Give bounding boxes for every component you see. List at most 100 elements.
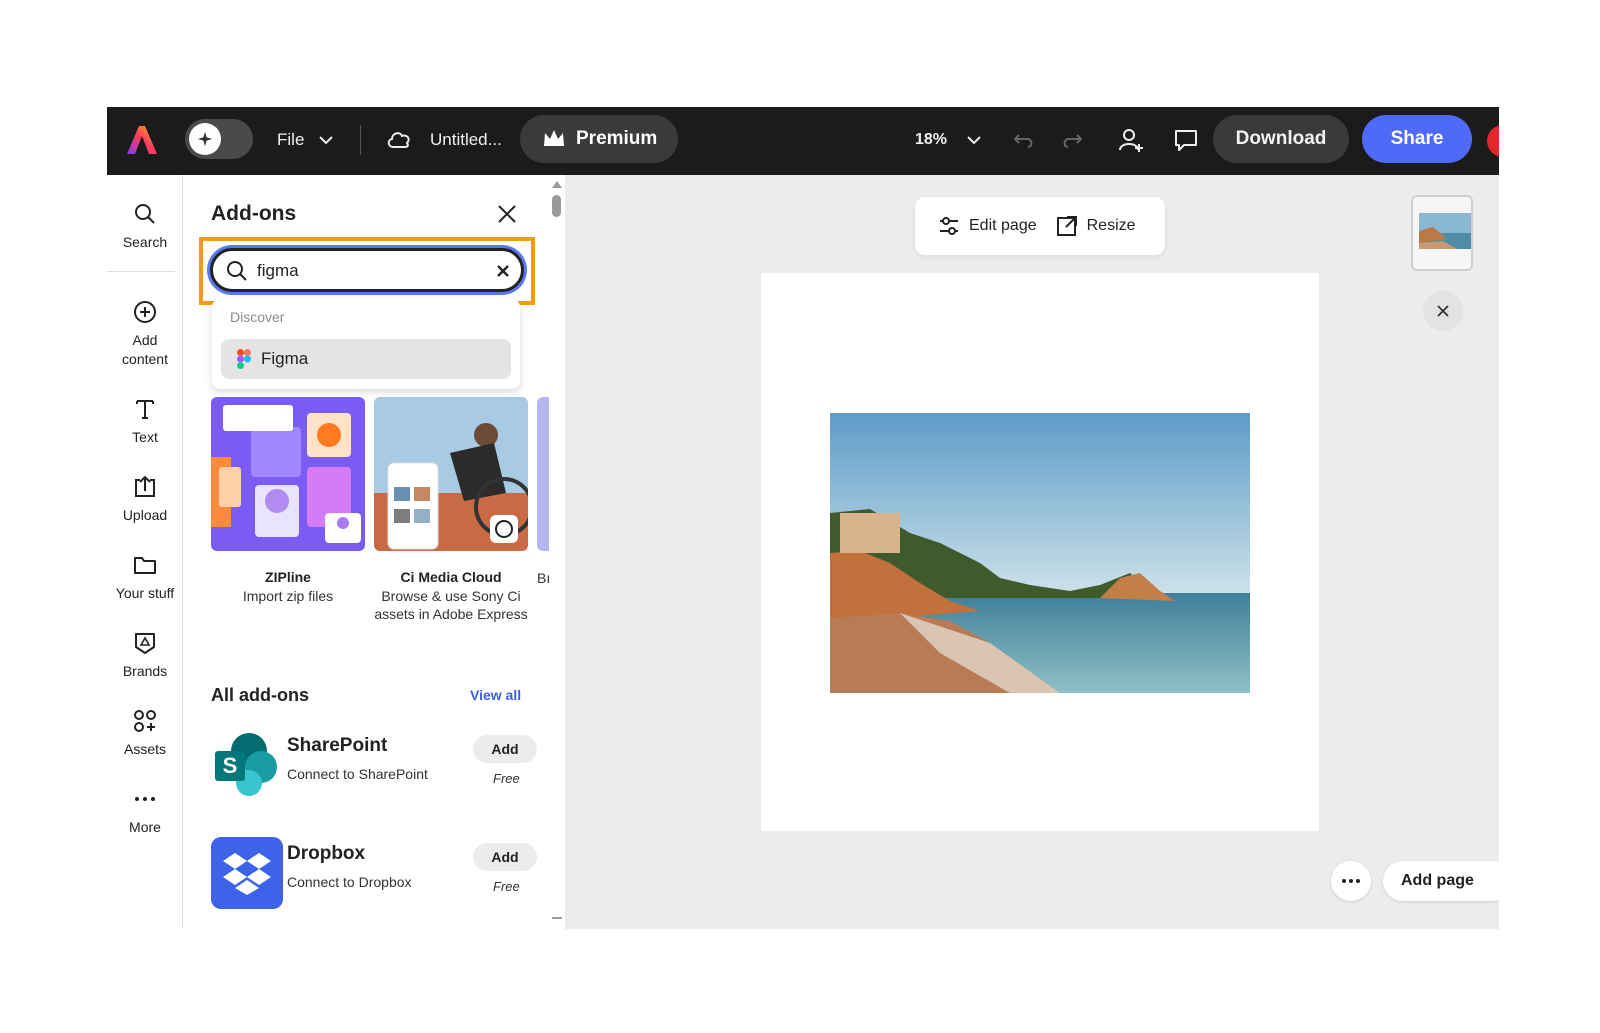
download-button[interactable]: Download xyxy=(1213,115,1349,163)
page-more-button[interactable] xyxy=(1331,861,1371,901)
scroll-up-arrow[interactable] xyxy=(552,181,562,188)
crown-icon xyxy=(544,130,564,146)
assets-icon xyxy=(134,710,156,732)
page-thumbnail[interactable] xyxy=(1411,195,1473,271)
rail-item-upload[interactable]: Upload xyxy=(107,474,183,525)
rail-label: Your stuff xyxy=(115,585,175,601)
rail-item-more[interactable]: More xyxy=(107,786,183,837)
generative-toggle[interactable] xyxy=(185,119,253,159)
left-rail: Search Add content Text Upload Your stuf… xyxy=(107,175,183,929)
all-add-ons-title: All add-ons xyxy=(211,685,309,705)
search-input[interactable] xyxy=(257,258,477,284)
search-icon xyxy=(227,261,247,281)
share-button[interactable]: Share xyxy=(1362,115,1472,163)
divider xyxy=(360,125,361,155)
rail-item-text[interactable]: Text xyxy=(107,396,183,447)
featured-name: Ci Media Cloud xyxy=(400,569,502,585)
app-window: File Untitled... Premium 18% Download Sh… xyxy=(107,107,1499,929)
price-label: Free xyxy=(493,879,520,894)
featured-name: ZIPline xyxy=(265,569,311,585)
top-bar: File Untitled... Premium 18% Download Sh… xyxy=(107,107,1499,175)
upload-icon xyxy=(135,475,155,497)
folder-icon xyxy=(134,557,156,574)
panel-title: Add-ons xyxy=(211,202,297,225)
suggestion-figma[interactable]: Figma xyxy=(221,339,511,379)
add-button[interactable]: Add xyxy=(473,843,537,871)
featured-desc: Import zip files xyxy=(242,588,334,604)
scroll-thumb[interactable] xyxy=(552,195,561,217)
featured-card-ci-media-cloud[interactable]: Ci Media Cloud Browse & use Sony Ci asse… xyxy=(374,397,528,623)
undo-icon[interactable] xyxy=(1011,127,1037,153)
sharepoint-icon: S xyxy=(215,733,277,796)
add-button[interactable]: Add xyxy=(473,735,537,763)
search-field[interactable] xyxy=(210,248,524,292)
design-page[interactable] xyxy=(761,273,1319,831)
premium-button[interactable]: Premium xyxy=(520,115,678,163)
rail-label: Add content xyxy=(122,332,168,367)
more-icon xyxy=(1342,879,1360,883)
search-icon xyxy=(135,204,155,224)
cloud-icon[interactable] xyxy=(385,127,413,153)
clear-icon[interactable] xyxy=(495,263,511,279)
more-icon xyxy=(135,797,155,801)
rail-item-search[interactable]: Search xyxy=(107,201,183,252)
rail-label: Brands xyxy=(122,663,168,679)
invite-user-icon[interactable] xyxy=(1117,126,1145,154)
panel-scrollbar[interactable] xyxy=(549,175,565,929)
adobe-express-logo[interactable] xyxy=(125,123,159,157)
redo-icon[interactable] xyxy=(1059,127,1085,153)
divider xyxy=(107,271,175,272)
rail-item-add-content[interactable]: Add content xyxy=(107,299,183,369)
price-label: Free xyxy=(493,771,520,786)
comment-icon[interactable] xyxy=(1172,126,1200,154)
rail-item-brands[interactable]: Brands xyxy=(107,630,183,681)
dropbox-icon xyxy=(211,837,283,909)
figma-icon xyxy=(237,349,251,369)
page-toolbar: Edit page Resize xyxy=(915,197,1165,255)
plus-circle-icon xyxy=(134,301,156,323)
addon-desc: Connect to SharePoint xyxy=(287,766,428,782)
addon-row-dropbox[interactable]: Dropbox Connect to Dropbox Add Free xyxy=(211,837,541,913)
rail-label: Search xyxy=(122,234,168,250)
avatar[interactable] xyxy=(1487,125,1499,157)
featured-card-zipline[interactable]: ZIPline Import zip files xyxy=(211,397,365,605)
addon-desc: Connect to Dropbox xyxy=(287,874,412,890)
addon-row-sharepoint[interactable]: S SharePoint Connect to SharePoint Add F… xyxy=(211,729,541,805)
resize-icon xyxy=(1056,216,1077,236)
close-icon[interactable] xyxy=(495,202,519,226)
close-thumbnails-button[interactable] xyxy=(1423,291,1463,331)
scroll-down-arrow[interactable] xyxy=(552,917,562,919)
document-title[interactable]: Untitled... xyxy=(430,130,502,150)
dropdown-section-label: Discover xyxy=(230,309,285,325)
premium-label: Premium xyxy=(576,128,658,149)
close-icon xyxy=(1437,305,1449,317)
resize-label: Resize xyxy=(1086,217,1136,234)
suggestion-label: Figma xyxy=(261,349,309,368)
edit-page-button[interactable]: Edit page xyxy=(937,214,1037,238)
ci-media-cloud-thumbnail xyxy=(374,397,528,551)
brands-icon xyxy=(135,633,155,654)
featured-desc: Browse & use Sony Ci assets in Adobe Exp… xyxy=(374,588,528,622)
chevron-down-icon[interactable] xyxy=(317,131,335,149)
rail-label: Upload xyxy=(122,507,168,523)
chevron-down-icon[interactable] xyxy=(965,131,983,149)
sparkle-icon xyxy=(189,123,221,155)
resize-button[interactable]: Resize xyxy=(1055,214,1136,238)
addon-name: Dropbox xyxy=(287,843,366,864)
sliders-icon xyxy=(940,217,958,235)
zoom-level[interactable]: 18% xyxy=(915,131,947,149)
add-page-button[interactable]: Add page xyxy=(1383,861,1499,901)
add-ons-panel: Add-ons figma ZIPline Import zip files C… xyxy=(183,175,565,929)
rail-label: Text xyxy=(132,429,158,445)
search-suggestions: Discover Figma xyxy=(212,299,520,389)
rail-item-assets[interactable]: Assets xyxy=(107,708,183,759)
text-icon xyxy=(136,400,154,419)
featured-add-ons: ZIPline Import zip files Ci Media Cloud … xyxy=(211,397,564,622)
file-menu[interactable]: File xyxy=(277,130,304,150)
rail-label: More xyxy=(129,819,161,835)
beach-photo[interactable] xyxy=(830,413,1250,693)
zipline-thumbnail xyxy=(211,397,365,551)
rail-item-your-stuff[interactable]: Your stuff xyxy=(107,552,183,603)
canvas-area: Edit page Resize Add page xyxy=(565,175,1499,929)
view-all-link[interactable]: View all xyxy=(470,687,521,703)
